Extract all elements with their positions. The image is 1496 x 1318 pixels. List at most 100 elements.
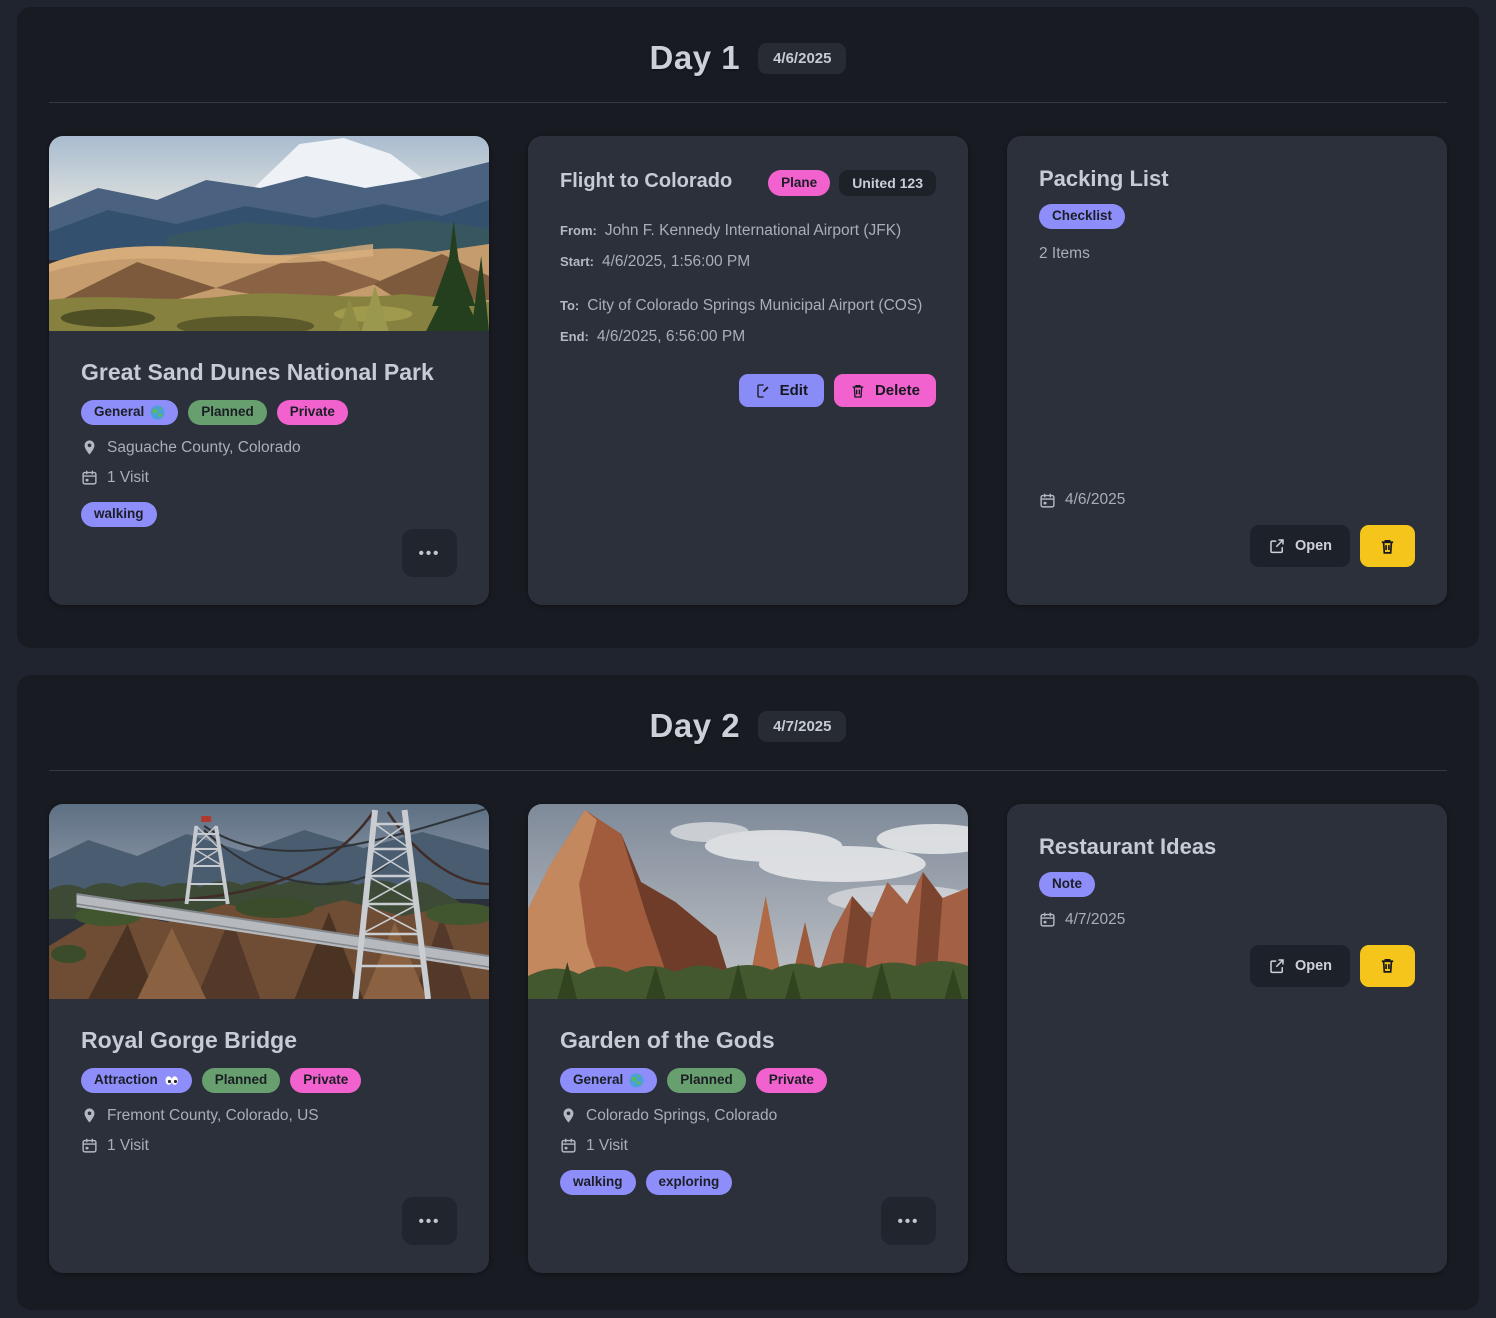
ellipsis-icon: •••	[898, 1213, 920, 1230]
open-button-label: Open	[1295, 958, 1332, 974]
category-badge: General	[81, 400, 178, 425]
delete-button-label: Delete	[875, 382, 920, 399]
category-badge: Attraction	[81, 1068, 192, 1093]
calendar-icon	[560, 1137, 577, 1154]
calendar-icon	[81, 1137, 98, 1154]
flight-number-badge: United 123	[839, 170, 936, 196]
location-text: Saguache County, Colorado	[107, 439, 301, 457]
spacer	[1039, 263, 1415, 477]
external-link-icon	[1268, 957, 1286, 975]
end-field: End: 4/6/2025, 6:56:00 PM	[560, 328, 936, 346]
end-label: End:	[560, 329, 589, 344]
place-card-garden-of-the-gods: Garden of the Gods General Planned Priva…	[528, 804, 968, 1273]
ellipsis-icon: •••	[419, 1213, 441, 1230]
place-photo-royal-gorge-bridge	[49, 804, 489, 999]
trash-icon	[1379, 957, 1396, 974]
note-card-restaurant-ideas: Restaurant Ideas Note 4/7/2025 Open	[1007, 804, 1447, 1273]
items-count: 2 Items	[1039, 245, 1415, 263]
edit-button[interactable]: Edit	[739, 374, 824, 407]
location-row: Saguache County, Colorado	[81, 439, 457, 457]
visits-text: 1 Visit	[107, 469, 149, 487]
from-label: From:	[560, 223, 597, 238]
badge-row: General Planned Private	[560, 1068, 936, 1093]
checklist-badge-row: Checklist	[1039, 204, 1415, 229]
end-value: 4/6/2025, 6:56:00 PM	[597, 328, 745, 346]
checklist-title: Packing List	[1039, 166, 1415, 192]
day-1-header: Day 1 4/6/2025	[49, 31, 1447, 77]
open-button-label: Open	[1295, 538, 1332, 554]
eyes-icon	[164, 1073, 179, 1088]
category-badge-label: General	[573, 1072, 623, 1089]
location-row: Colorado Springs, Colorado	[560, 1107, 936, 1125]
visibility-badge: Private	[277, 400, 348, 425]
place-title: Great Sand Dunes National Park	[81, 359, 457, 386]
note-date: 4/7/2025	[1065, 911, 1125, 929]
from-field: From: John F. Kennedy International Airp…	[560, 222, 936, 240]
visits-row: 1 Visit	[81, 469, 457, 487]
visits-row: 1 Visit	[81, 1137, 457, 1155]
from-value: John F. Kennedy International Airport (J…	[605, 222, 901, 240]
note-badge-row: Note	[1039, 872, 1415, 897]
location-text: Fremont County, Colorado, US	[107, 1107, 319, 1125]
visits-row: 1 Visit	[560, 1137, 936, 1155]
trash-icon	[850, 383, 866, 399]
day-1-section: Day 1 4/6/2025	[17, 7, 1479, 648]
location-text: Colorado Springs, Colorado	[586, 1107, 777, 1125]
flight-card: Flight to Colorado Plane United 123 From…	[528, 136, 968, 605]
checklist-card-packing-list: Packing List Checklist 2 Items 4/6/2025 …	[1007, 136, 1447, 605]
to-value: City of Colorado Springs Municipal Airpo…	[587, 297, 922, 315]
edit-icon	[755, 383, 771, 399]
trash-icon	[1379, 538, 1396, 555]
card-menu-button[interactable]: •••	[402, 529, 457, 577]
header-divider	[49, 770, 1447, 771]
start-value: 4/6/2025, 1:56:00 PM	[602, 253, 750, 271]
delete-note-button[interactable]	[1360, 945, 1415, 987]
category-badge-label: General	[94, 404, 144, 421]
header-divider	[49, 102, 1447, 103]
delete-checklist-button[interactable]	[1360, 525, 1415, 567]
visits-text: 1 Visit	[586, 1137, 628, 1155]
start-field: Start: 4/6/2025, 1:56:00 PM	[560, 253, 936, 271]
ellipsis-icon: •••	[419, 545, 441, 562]
day-1-cards: Great Sand Dunes National Park General P…	[49, 136, 1447, 605]
day-2-section: Day 2 4/7/2025	[17, 675, 1479, 1310]
category-badge-label: Attraction	[94, 1072, 158, 1089]
badge-row: Attraction Planned Private	[81, 1068, 457, 1093]
location-pin-icon	[81, 1107, 98, 1124]
checklist-date-row: 4/6/2025	[1039, 491, 1415, 509]
open-button[interactable]: Open	[1250, 945, 1350, 987]
flight-badges: Plane United 123	[768, 170, 936, 196]
flight-title: Flight to Colorado	[560, 170, 732, 193]
tag-walking: walking	[560, 1170, 636, 1195]
globe-icon	[150, 405, 165, 420]
note-title: Restaurant Ideas	[1039, 834, 1415, 860]
open-button[interactable]: Open	[1250, 525, 1350, 567]
place-card-great-sand-dunes: Great Sand Dunes National Park General P…	[49, 136, 489, 605]
day-2-cards: Royal Gorge Bridge Attraction Planned Pr…	[49, 804, 1447, 1273]
status-badge: Planned	[202, 1068, 281, 1093]
card-menu-button[interactable]: •••	[881, 1197, 936, 1245]
edit-button-label: Edit	[780, 382, 808, 399]
transport-type-badge: Plane	[768, 170, 830, 196]
place-photo-sand-dunes	[49, 136, 489, 331]
globe-icon	[629, 1073, 644, 1088]
card-menu-button[interactable]: •••	[402, 1197, 457, 1245]
place-photo-garden-of-the-gods	[528, 804, 968, 999]
status-badge: Planned	[667, 1068, 746, 1093]
to-field: To: City of Colorado Springs Municipal A…	[560, 297, 936, 315]
location-pin-icon	[560, 1107, 577, 1124]
status-badge: Planned	[188, 400, 267, 425]
tag-row: walking exploring	[560, 1170, 936, 1195]
badge-row: General Planned Private	[81, 400, 457, 425]
calendar-icon	[81, 469, 98, 486]
checklist-date: 4/6/2025	[1065, 491, 1125, 509]
checklist-type-badge: Checklist	[1039, 204, 1125, 229]
delete-button[interactable]: Delete	[834, 374, 936, 407]
category-badge: General	[560, 1068, 657, 1093]
external-link-icon	[1268, 537, 1286, 555]
day-title: Day 1	[650, 39, 741, 77]
to-label: To:	[560, 298, 579, 313]
tag-exploring: exploring	[646, 1170, 733, 1195]
day-date-badge: 4/6/2025	[758, 43, 846, 74]
note-type-badge: Note	[1039, 872, 1095, 897]
